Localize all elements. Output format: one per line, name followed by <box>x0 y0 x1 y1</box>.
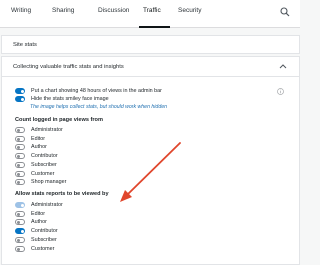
card-header[interactable]: Collecting valuable traffic stats and in… <box>2 57 299 77</box>
tab-discussion[interactable]: Discussion <box>98 7 129 15</box>
role-label: Contributor <box>31 153 58 159</box>
tab-writing[interactable]: Writing <box>11 7 31 15</box>
info-icon[interactable] <box>277 88 284 95</box>
role-row: Editor <box>15 211 135 218</box>
stats-settings-card: Collecting valuable traffic stats and in… <box>1 56 300 265</box>
view-customer-toggle[interactable] <box>15 246 25 252</box>
count-editor-toggle[interactable] <box>15 136 25 142</box>
role-row: Customer <box>15 246 135 253</box>
settings-tabs: Writing Sharing Discussion Traffic Secur… <box>0 0 300 28</box>
tab-security[interactable]: Security <box>178 7 201 15</box>
active-tab-indicator <box>139 26 170 28</box>
help-text: The image helps collect stats, but shoul… <box>30 104 167 110</box>
view-author-toggle[interactable] <box>15 219 25 225</box>
role-row: Shop manager <box>15 179 135 186</box>
role-row: Administrator <box>15 202 135 209</box>
role-label: Customer <box>31 246 55 252</box>
role-label: Editor <box>31 136 46 142</box>
view-contributor-toggle[interactable] <box>15 228 25 234</box>
role-row: Author <box>15 219 135 226</box>
role-row: Administrator <box>15 127 135 134</box>
role-label: Administrator <box>31 127 63 133</box>
count-group-title: Count logged in page views from <box>15 117 103 123</box>
role-label: Author <box>31 219 47 225</box>
tab-traffic[interactable]: Traffic <box>143 7 161 15</box>
toggle-row-admin-bar-chart: Put a chart showing 48 hours of views in… <box>15 88 275 95</box>
role-label: Shop manager <box>31 179 67 185</box>
hide-smiley-toggle[interactable] <box>15 96 25 102</box>
toggle-label: Hide the stats smiley face image <box>31 96 109 102</box>
role-label: Customer <box>31 171 55 177</box>
role-row: Contributor <box>15 153 135 160</box>
role-row: Author <box>15 144 135 151</box>
view-editor-toggle[interactable] <box>15 211 25 217</box>
role-label: Editor <box>31 211 46 217</box>
section-title: Site stats <box>13 42 37 48</box>
section-header-site-stats: Site stats <box>1 35 300 54</box>
toggle-row-hide-smiley: Hide the stats smiley face image <box>15 96 275 103</box>
tab-sharing[interactable]: Sharing <box>52 7 74 15</box>
count-administrator-toggle[interactable] <box>15 127 25 133</box>
chevron-up-icon[interactable] <box>279 63 287 69</box>
role-row: Editor <box>15 136 135 143</box>
view-group-title: Allow stats reports to be viewed by <box>15 191 109 197</box>
role-label: Subscriber <box>31 237 57 243</box>
role-row: Contributor <box>15 228 135 235</box>
count-subscriber-toggle[interactable] <box>15 162 25 168</box>
view-subscriber-toggle[interactable] <box>15 237 25 243</box>
card-title: Collecting valuable traffic stats and in… <box>13 64 124 70</box>
admin-bar-chart-toggle[interactable] <box>15 88 25 94</box>
role-label: Administrator <box>31 202 63 208</box>
search-icon[interactable] <box>280 7 290 17</box>
count-author-toggle[interactable] <box>15 144 25 150</box>
toggle-label: Put a chart showing 48 hours of views in… <box>31 88 162 94</box>
count-shop-manager-toggle[interactable] <box>15 179 25 185</box>
role-label: Author <box>31 144 47 150</box>
count-customer-toggle[interactable] <box>15 171 25 177</box>
role-label: Contributor <box>31 228 58 234</box>
role-label: Subscriber <box>31 162 57 168</box>
role-row: Customer <box>15 171 135 178</box>
role-row: Subscriber <box>15 237 135 244</box>
count-contributor-toggle[interactable] <box>15 153 25 159</box>
role-row: Subscriber <box>15 162 135 169</box>
view-administrator-toggle <box>15 202 25 208</box>
